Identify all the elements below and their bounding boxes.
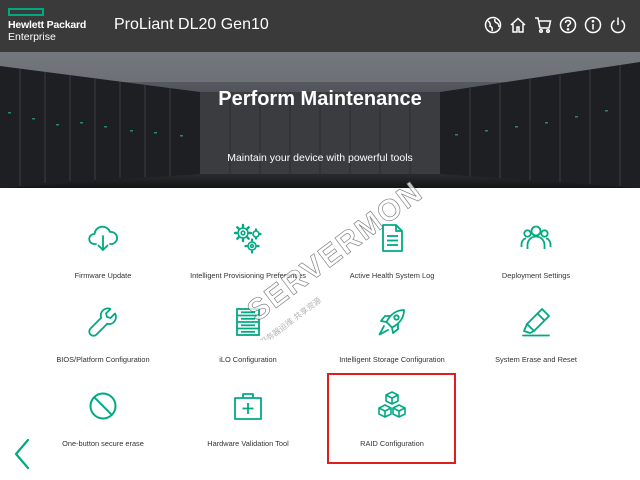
hero-banner: Perform Maintenance Maintain your device… [0,52,640,188]
page-subtitle: Maintain your device with powerful tools [227,152,413,164]
prohibited-icon [89,392,117,420]
tile-label: System Erase and Reset [495,355,577,364]
tile-active-health-system-log[interactable]: Active Health System Log [312,188,472,280]
logo-line2: Enterprise [8,31,56,43]
tile-intelligent-provisioning-preferences[interactable]: Intelligent Provisioning Preferences [168,188,328,280]
gears-icon [233,223,262,254]
info-icon[interactable] [583,15,603,35]
cart-icon[interactable] [533,15,553,35]
page-title: Perform Maintenance [218,88,422,110]
product-name: ProLiant DL20 Gen10 [114,16,269,33]
document-icon [382,224,403,252]
tile-deployment-settings[interactable]: Deployment Settings [456,188,616,280]
rocket-icon [378,309,405,336]
datacenter-background-image [0,52,640,188]
chevron-left-icon [14,438,30,470]
back-arrow-button[interactable] [12,437,32,471]
tile-label: One-button secure erase [62,439,144,448]
server-rack-icon [236,308,260,336]
cloud-download-icon [88,225,118,251]
wrench-icon [88,307,117,337]
tile-intelligent-storage-configuration[interactable]: Intelligent Storage Configuration [312,272,472,364]
cubes-icon [378,391,406,418]
erase-icon [522,308,550,337]
tile-system-erase-and-reset[interactable]: System Erase and Reset [456,272,616,364]
home-icon[interactable] [508,15,528,35]
medkit-icon [234,393,262,420]
top-bar: Hewlett Packard Enterprise ProLiant DL20… [0,0,640,52]
tile-label: RAID Configuration [360,439,424,448]
tile-label: Hardware Validation Tool [207,439,289,448]
header-toolbar [483,15,628,35]
tile-ilo-configuration[interactable]: iLO Configuration [168,272,328,364]
tile-raid-configuration[interactable]: RAID Configuration [312,356,472,448]
globe-icon[interactable] [483,15,503,35]
logo-line1: Hewlett Packard [8,19,87,31]
hpe-logo-mark [8,8,44,16]
power-icon[interactable] [608,15,628,35]
users-icon [520,225,552,249]
tile-firmware-update[interactable]: Firmware Update [23,188,183,280]
tile-bios-platform-configuration[interactable]: BIOS/Platform Configuration [23,272,183,364]
maintenance-tiles: Firmware Update Intelligent Provisioning… [0,188,640,480]
tile-one-button-secure-erase[interactable]: One-button secure erase [23,356,183,448]
tile-hardware-validation-tool[interactable]: Hardware Validation Tool [168,356,328,448]
help-icon[interactable] [558,15,578,35]
